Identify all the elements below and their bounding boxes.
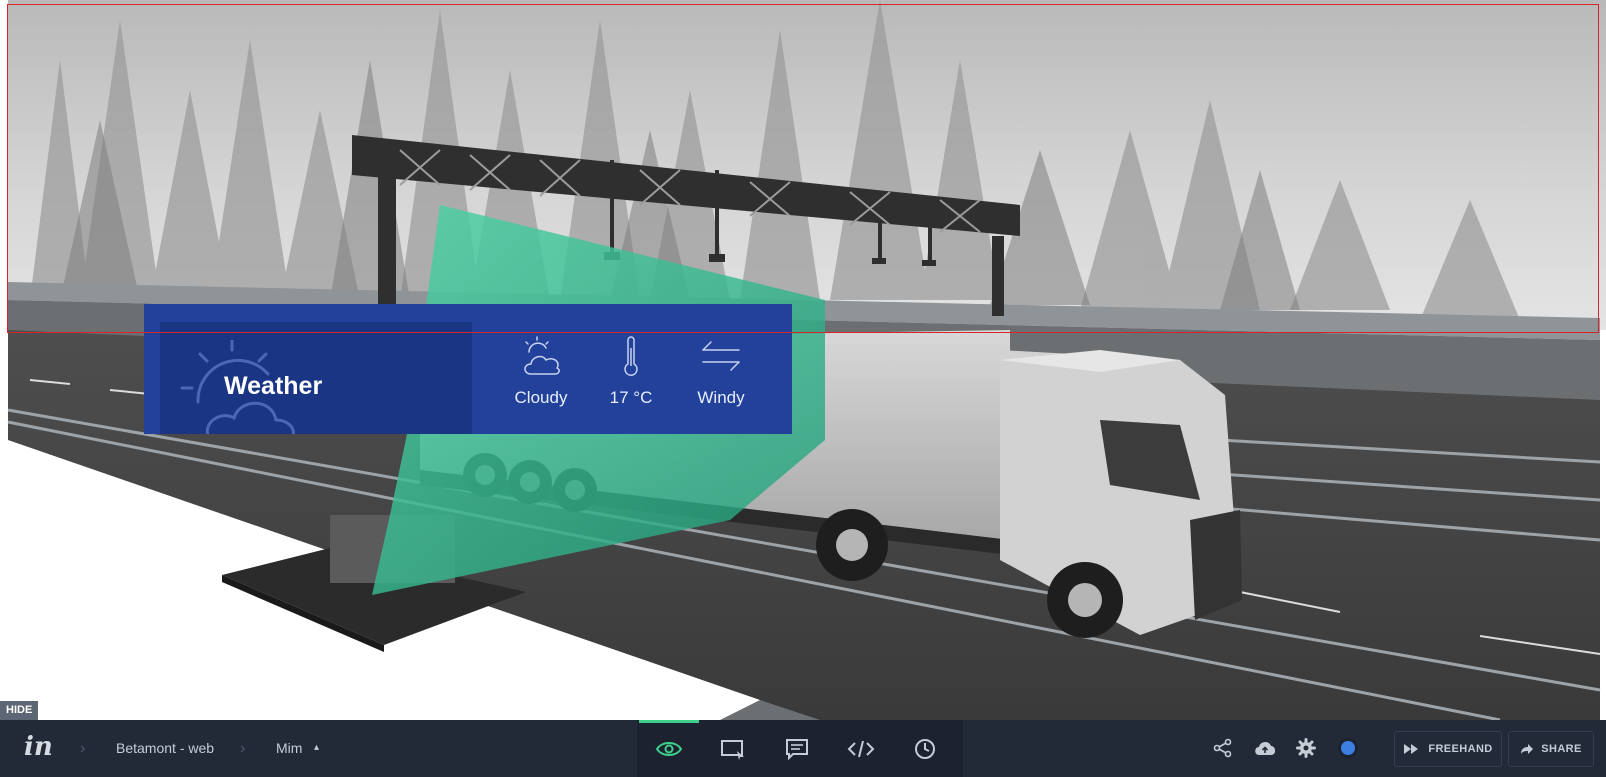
history-mode-button[interactable] (893, 720, 957, 777)
code-mode-button[interactable] (829, 720, 893, 777)
freehand-button[interactable]: FREEHAND (1394, 731, 1502, 767)
share-network-icon (1213, 738, 1232, 758)
code-icon (847, 740, 875, 757)
wind-icon (702, 341, 740, 371)
wind-label: Windy (697, 388, 745, 407)
share-network-button[interactable] (1210, 735, 1236, 761)
freehand-icon (1404, 744, 1419, 754)
breadcrumb-project[interactable]: Betamont - web (116, 720, 214, 777)
weather-title: Weather (224, 372, 323, 400)
comment-icon (786, 738, 808, 760)
comment-mode-button[interactable] (765, 720, 829, 777)
selection-frame (7, 4, 1599, 333)
settings-button[interactable] (1293, 735, 1319, 761)
invision-logo[interactable]: in (24, 720, 53, 777)
inspect-icon (721, 739, 744, 760)
breadcrumb-separator: › (240, 740, 246, 757)
temperature-label: 17 °C (609, 388, 653, 407)
share-label: SHARE (1541, 743, 1582, 755)
freehand-label: FREEHAND (1428, 743, 1493, 755)
thermometer-icon (624, 336, 638, 376)
breadcrumb-separator: › (80, 740, 86, 757)
weather-metric-cloudy: Cloudy (496, 336, 586, 408)
weather-metric-wind: Windy (676, 336, 766, 408)
cloud-upload-icon (1255, 741, 1276, 755)
history-icon (915, 738, 935, 759)
cloudy-icon (524, 336, 560, 375)
weather-metric-temperature: 17 °C (586, 336, 676, 408)
screen-menu-caret-icon[interactable]: ▴ (314, 720, 319, 777)
weather-title-box: Weather (160, 322, 472, 434)
cloudy-label: Cloudy (514, 388, 568, 407)
share-arrow-icon (1521, 744, 1534, 754)
breadcrumb-screen[interactable]: Mim (276, 720, 302, 777)
status-indicator[interactable] (1335, 735, 1361, 761)
mode-tools (637, 720, 963, 777)
bottom-toolbar: in › Betamont - web › Mim ▴ FREEHAND SHA… (0, 720, 1606, 777)
gear-icon (1296, 738, 1316, 758)
status-dot-icon (1338, 738, 1358, 758)
preview-mode-button[interactable] (637, 720, 701, 777)
preview-icon (655, 741, 683, 756)
share-button[interactable]: SHARE (1508, 731, 1594, 767)
inspect-mode-button[interactable] (701, 720, 765, 777)
sync-button[interactable] (1252, 735, 1278, 761)
hide-toolbar-button[interactable]: HIDE (0, 701, 39, 720)
